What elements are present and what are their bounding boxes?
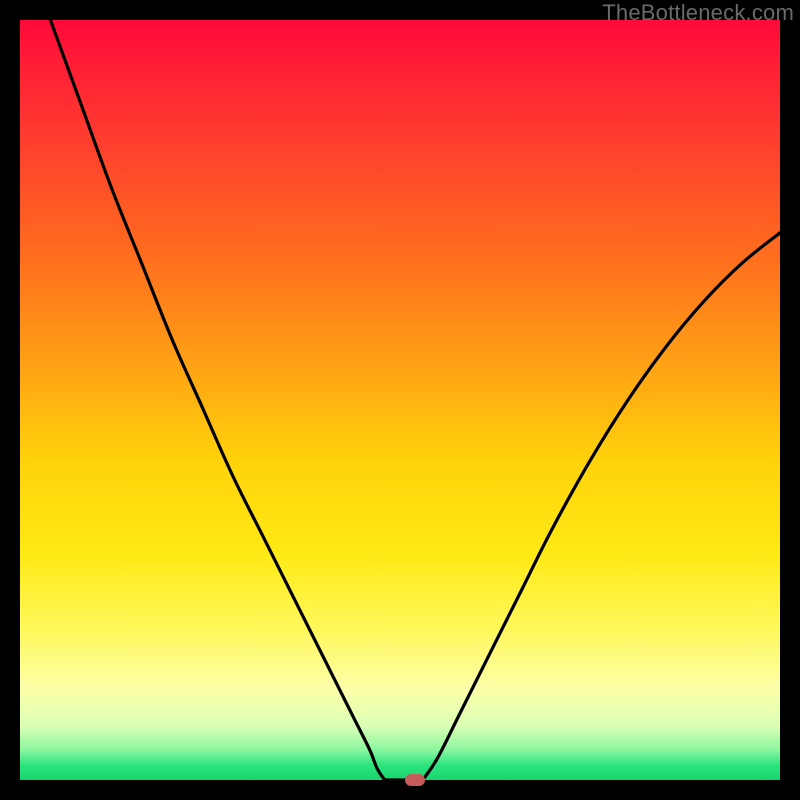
chart-frame: TheBottleneck.com	[0, 0, 800, 800]
watermark-text: TheBottleneck.com	[602, 0, 794, 26]
plot-area	[20, 20, 780, 780]
optimal-point-marker	[405, 774, 425, 786]
